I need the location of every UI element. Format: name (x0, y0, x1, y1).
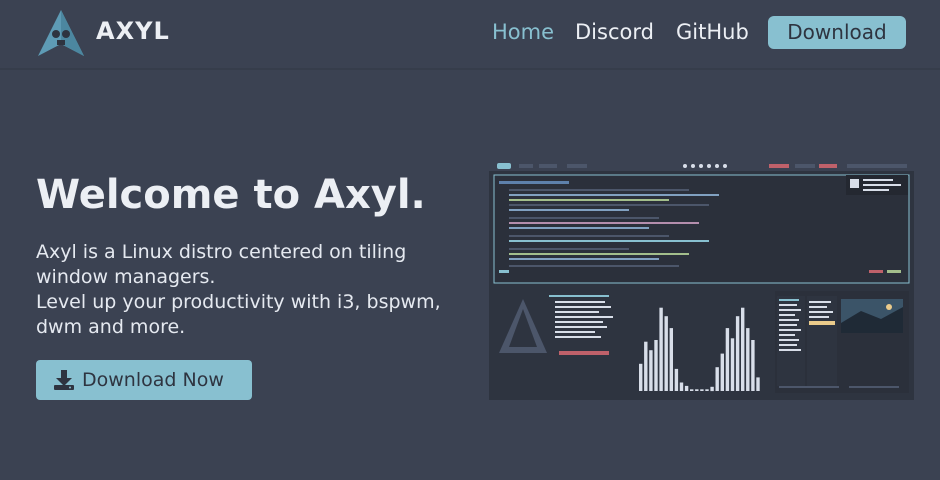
visualizer-bar (700, 389, 704, 391)
nav-discord-link[interactable]: Discord (575, 20, 654, 44)
visualizer-bar (730, 338, 735, 391)
visualizer-bar (715, 367, 719, 391)
visualizer-bar (741, 307, 745, 391)
visualizer-bar (756, 377, 760, 391)
visualizer-bar (649, 350, 653, 391)
visualizer-bar (639, 363, 643, 391)
visualizer-bar (690, 389, 694, 391)
visualizer-bar (644, 341, 648, 391)
visualizer-bar (705, 389, 709, 391)
visualizer-bar (720, 353, 724, 391)
brand-name[interactable]: AXYL (96, 17, 170, 45)
visualizer-bar (695, 389, 699, 391)
visualizer-bar (654, 340, 658, 391)
hero-description-line: dwm and more. (36, 316, 186, 338)
top-navbar: AXYL Home Discord GitHub Download (0, 0, 940, 70)
audio-visualizer (639, 307, 760, 392)
visualizer-bar (679, 382, 684, 391)
hero-title: Welcome to Axyl. (36, 172, 426, 218)
visualizer-bar (669, 328, 673, 391)
visualizer-bar (725, 328, 730, 391)
desktop-screenshot (489, 161, 914, 400)
hero-description-line: window managers. (36, 266, 216, 288)
hero-description-line: Axyl is a Linux distro centered on tilin… (36, 241, 407, 263)
axyl-logo-icon[interactable] (36, 8, 86, 58)
visualizer-bar (674, 368, 679, 391)
visualizer-bar (746, 328, 750, 391)
nav-github-link[interactable]: GitHub (676, 20, 749, 44)
visualizer-bar (684, 385, 689, 391)
hero-description-line: Level up your productivity with i3, bspw… (36, 291, 441, 313)
visualizer-bar (664, 316, 668, 391)
visualizer-bar (735, 316, 740, 391)
nav-home-link[interactable]: Home (492, 20, 554, 44)
visualizer-bar (659, 307, 663, 391)
hero-description: Axyl is a Linux distro centered on tilin… (36, 240, 476, 340)
visualizer-bar (710, 386, 714, 392)
download-icon (54, 370, 74, 390)
desktop-screenshot-image (489, 161, 914, 393)
visualizer-bar (751, 340, 755, 391)
download-now-button[interactable]: Download Now (36, 360, 252, 400)
download-now-label: Download Now (82, 369, 224, 391)
nav-download-button[interactable]: Download (768, 16, 906, 49)
